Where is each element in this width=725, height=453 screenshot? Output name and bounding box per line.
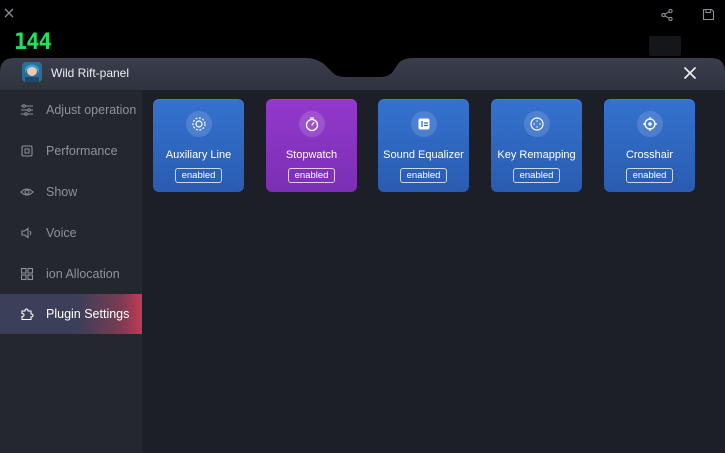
plugin-title: Auxiliary Line — [165, 149, 232, 161]
puzzle-icon — [21, 308, 34, 321]
sliders-icon — [21, 104, 33, 116]
sidebar-item-label: Plugin Settings — [46, 307, 130, 321]
sidebar-item-adjust-operation[interactable]: Adjust operation — [0, 90, 142, 130]
plugin-card-sound-equalizer[interactable]: Sound Equalizer enabled — [378, 99, 469, 192]
sidebar-item-label: Voice — [46, 226, 77, 240]
close-panel-button[interactable] — [682, 65, 698, 81]
plugin-title: Crosshair — [625, 149, 674, 161]
status-badge: enabled — [513, 168, 560, 183]
plugin-card-stopwatch[interactable]: Stopwatch enabled — [266, 99, 357, 192]
sidebar-item-label: Performance — [46, 144, 118, 158]
sidebar-item-show[interactable]: Show — [0, 172, 142, 212]
status-badge: enabled — [288, 168, 335, 183]
chip-icon — [21, 145, 33, 157]
sidebar-item-performance[interactable]: Performance — [0, 131, 142, 171]
equalizer-icon — [411, 111, 437, 137]
plugin-card-crosshair[interactable]: Crosshair enabled — [604, 99, 695, 192]
crosshair-icon — [637, 111, 663, 137]
plugin-title: Sound Equalizer — [383, 149, 464, 161]
game-app-icon — [22, 62, 42, 82]
stopwatch-icon — [299, 111, 325, 137]
sidebar-item-label: ion Allocation — [46, 267, 120, 281]
grid-icon — [20, 267, 34, 281]
status-badge: enabled — [175, 168, 222, 183]
sidebar-item-allocation[interactable]: ion Allocation — [0, 254, 142, 294]
plugin-card-auxiliary-line[interactable]: Auxiliary Line enabled — [153, 99, 244, 192]
plugin-title: Key Remapping — [497, 149, 576, 161]
status-badge: enabled — [626, 168, 673, 183]
plugin-title: Stopwatch — [285, 149, 338, 161]
sidebar: Adjust operation Performance Show Voice … — [0, 90, 142, 453]
status-badge: enabled — [400, 168, 447, 183]
panel-title: Wild Rift-panel — [51, 66, 130, 80]
plugin-card-key-remapping[interactable]: Key Remapping enabled — [491, 99, 582, 192]
sidebar-item-label: Adjust operation — [46, 103, 137, 117]
aux-line-icon — [186, 111, 212, 137]
sidebar-item-label: Show — [46, 185, 78, 199]
speaker-icon — [21, 227, 32, 239]
sidebar-item-voice[interactable]: Voice — [0, 213, 142, 253]
gamepad-icon — [524, 111, 550, 137]
sidebar-item-plugin-settings[interactable]: Plugin Settings — [0, 294, 142, 334]
eye-icon — [20, 188, 34, 196]
